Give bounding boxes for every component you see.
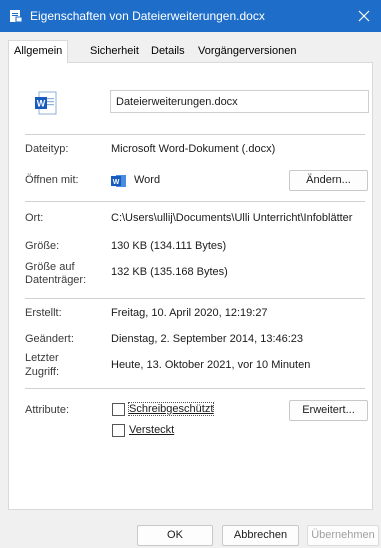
file-name-input[interactable] xyxy=(110,90,369,113)
schreibgeschuetzt-checkbox[interactable] xyxy=(112,403,125,416)
svg-text:W: W xyxy=(37,99,46,109)
versteckt-checkbox[interactable] xyxy=(112,424,125,437)
letzter-zugriff-value: Heute, 13. Oktober 2021, vor 10 Minuten xyxy=(111,359,311,371)
separator xyxy=(25,201,365,202)
close-button[interactable] xyxy=(347,0,381,32)
title-bar: Eigenschaften von Dateierweiterungen.doc… xyxy=(0,0,381,32)
document-properties-icon xyxy=(10,10,23,23)
groesse-datentraeger-label-2: Datenträger: xyxy=(25,274,87,286)
oeffnen-mit-label: Öffnen mit: xyxy=(25,174,79,186)
oeffnen-mit-value: Word xyxy=(134,174,161,186)
separator xyxy=(25,134,365,135)
dateityp-value: Microsoft Word-Dokument (.docx) xyxy=(111,143,276,155)
abbrechen-button[interactable]: Abbrechen xyxy=(222,525,299,546)
attribute-label: Attribute: xyxy=(25,404,70,416)
uebernehmen-button[interactable]: Übernehmen xyxy=(307,525,379,546)
geaendert-value: Dienstag, 2. September 2014, 13:46:23 xyxy=(111,333,304,345)
tab-sicherheit[interactable]: Sicherheit xyxy=(85,42,144,61)
close-icon xyxy=(358,10,370,22)
erstellt-value: Freitag, 10. April 2020, 12:19:27 xyxy=(111,307,268,319)
versteckt-label[interactable]: Versteckt xyxy=(129,424,174,436)
tab-vorgaengerversionen[interactable]: Vorgängerversionen xyxy=(193,42,301,61)
tab-details[interactable]: Details xyxy=(146,42,190,61)
letzter-zugriff-label-2: Zugriff: xyxy=(25,366,60,378)
properties-panel xyxy=(8,62,373,510)
word-document-icon: W xyxy=(35,91,57,115)
groesse-value: 130 KB (134.111 Bytes) xyxy=(111,240,227,252)
ort-label: Ort: xyxy=(25,212,44,224)
window-title: Eigenschaften von Dateierweiterungen.doc… xyxy=(30,9,265,23)
word-app-icon: W xyxy=(111,175,126,187)
geaendert-label: Geändert: xyxy=(25,333,74,345)
tab-allgemein[interactable]: Allgemein xyxy=(8,40,69,63)
separator xyxy=(25,298,365,299)
erweitert-button[interactable]: Erweitert... xyxy=(289,400,368,421)
aendern-button[interactable]: Ändern... xyxy=(289,170,368,191)
erstellt-label: Erstellt: xyxy=(25,307,62,319)
letzter-zugriff-label-1: Letzter xyxy=(25,352,59,364)
tab-bar: Allgemein Sicherheit Details Vorgängerve… xyxy=(8,40,379,63)
schreibgeschuetzt-label[interactable]: Schreibgeschützt xyxy=(127,402,215,416)
dateityp-label: Dateityp: xyxy=(25,143,69,155)
separator xyxy=(25,388,365,389)
svg-text:W: W xyxy=(113,179,120,186)
groesse-datentraeger-label-1: Größe auf xyxy=(25,261,75,273)
groesse-datentraeger-value: 132 KB (135.168 Bytes) xyxy=(111,266,228,278)
ort-value: C:\Users\ullij\Documents\Ulli Unterricht… xyxy=(111,212,353,224)
groesse-label: Größe: xyxy=(25,240,60,252)
ok-button[interactable]: OK xyxy=(137,525,213,546)
